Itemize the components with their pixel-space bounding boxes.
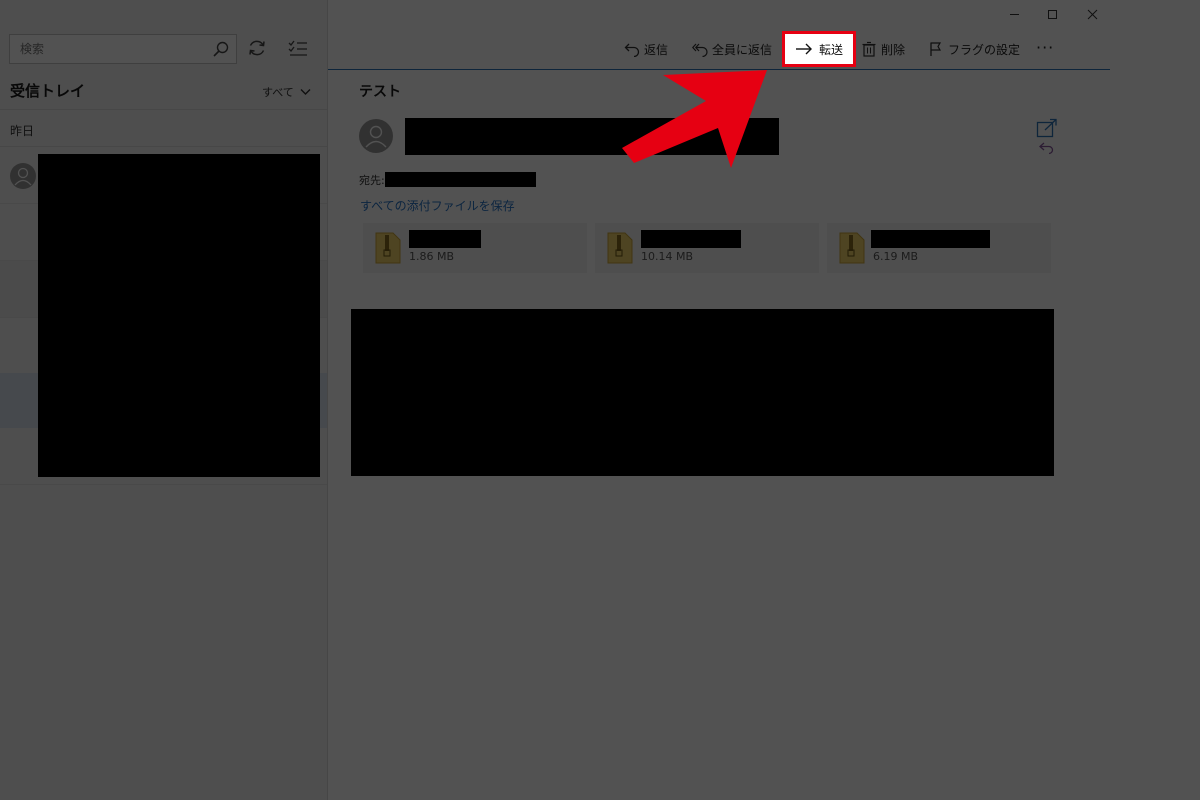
redaction-block [385, 172, 536, 187]
search-icon[interactable] [212, 40, 230, 58]
search-input[interactable] [10, 35, 206, 63]
maximize-icon [1047, 9, 1057, 19]
reply-all-label: 全員に返信 [712, 42, 773, 57]
folder-title: 受信トレイ [10, 82, 86, 100]
delete-button[interactable]: 削除 [861, 34, 905, 64]
forward-label: 転送 [818, 42, 843, 57]
redaction-block [405, 118, 779, 155]
reply-all-icon [692, 43, 708, 57]
date-group-label: 昨日 [10, 124, 35, 138]
close-button[interactable] [1082, 5, 1102, 23]
save-all-attachments-link[interactable]: すべての添付ファイルを保存 [360, 197, 515, 214]
redaction-block [351, 309, 1054, 476]
redaction-block [409, 230, 481, 248]
sync-icon[interactable] [246, 37, 268, 59]
attachment-size: 6.19 MB [873, 250, 919, 263]
search-box[interactable] [9, 34, 237, 64]
filter-label: すべて [262, 86, 294, 99]
message-subject: テスト [359, 84, 401, 100]
attachment-card[interactable]: 6.19 MB [827, 223, 1051, 273]
filter-dropdown[interactable]: すべて [262, 84, 311, 100]
reply-button[interactable]: 返信 [624, 34, 668, 64]
reply-label: 返信 [644, 42, 669, 57]
forward-button[interactable]: 転送 [782, 31, 856, 67]
toolbar-divider [328, 69, 1110, 70]
popout-icon[interactable] [1036, 118, 1058, 138]
mail-app-window: 受信トレイ すべて 昨日 返信 全員に返信 [0, 0, 1200, 800]
reply-icon[interactable] [1038, 141, 1056, 155]
attachment-card[interactable]: 1.86 MB [363, 223, 587, 273]
divider [0, 109, 327, 110]
flag-button[interactable]: フラグの設定 [928, 34, 1020, 64]
flag-icon [930, 42, 942, 56]
zip-file-icon [607, 232, 633, 264]
zip-file-icon [375, 232, 401, 264]
redaction-block [871, 230, 990, 248]
minimize-button[interactable] [1004, 5, 1024, 23]
attachment-size: 1.86 MB [409, 250, 455, 263]
select-mode-icon[interactable] [286, 37, 310, 59]
reading-pane: 返信 全員に返信 削除 フラグの設定 ··· テスト 宛先: すべての添付ファイ… [328, 0, 1110, 800]
chevron-down-icon [300, 89, 311, 95]
redaction-block [641, 230, 741, 248]
redaction-block [38, 154, 320, 477]
attachment-card[interactable]: 10.14 MB [595, 223, 819, 273]
to-label: 宛先: [359, 174, 385, 187]
delete-label: 削除 [881, 42, 906, 57]
message-toolbar: 返信 全員に返信 削除 フラグの設定 ··· [328, 34, 1110, 64]
attachment-size: 10.14 MB [641, 250, 694, 263]
message-list-pane: 受信トレイ すべて 昨日 [0, 0, 328, 800]
reply-icon [624, 43, 640, 57]
more-icon[interactable]: ··· [1036, 38, 1054, 57]
minimize-icon [1009, 13, 1019, 15]
person-icon [10, 163, 36, 189]
close-icon [1087, 9, 1097, 19]
zip-file-icon [839, 232, 865, 264]
trash-icon [862, 41, 876, 57]
maximize-button[interactable] [1042, 5, 1062, 23]
person-icon [359, 119, 393, 153]
reply-all-button[interactable]: 全員に返信 [692, 34, 772, 64]
flag-label: フラグの設定 [948, 42, 1021, 57]
forward-arrow-icon [795, 43, 812, 55]
